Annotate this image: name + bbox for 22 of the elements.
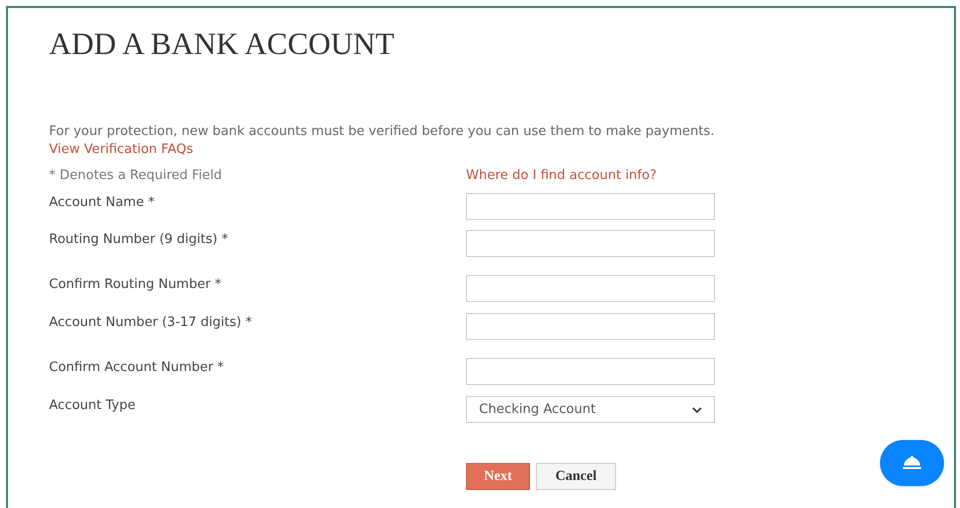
input-field[interactable] — [466, 230, 715, 257]
intro-text: For your protection, new bank accounts must be verified before you can use them to make payments. — [49, 123, 716, 141]
field-label: Confirm Routing Number * — [49, 276, 222, 294]
input-field[interactable] — [466, 358, 715, 385]
input-field[interactable] — [466, 313, 715, 340]
page-title: ADD A BANK ACCOUNT — [49, 28, 394, 59]
input-field[interactable] — [466, 193, 715, 220]
field-label: Account Name * — [49, 194, 156, 212]
chat-button[interactable] — [880, 440, 944, 486]
chevron-down-icon — [692, 406, 702, 412]
input-field[interactable] — [466, 275, 715, 302]
field-label: Account Number (3-17 digits) * — [49, 314, 253, 332]
next-button[interactable]: Next — [466, 463, 530, 490]
bell-icon — [902, 456, 922, 470]
field-label: Account Type — [49, 397, 136, 415]
faq-link[interactable]: View Verification FAQs — [49, 141, 194, 159]
field-label: Routing Number (9 digits) * — [49, 231, 230, 249]
account-type-dropdown[interactable]: Checking Account — [466, 396, 715, 423]
cancel-button[interactable]: Cancel — [536, 463, 616, 490]
field-label: Confirm Account Number * — [49, 359, 225, 377]
help-link[interactable]: Where do I find account info? — [466, 167, 657, 185]
required-note: * Denotes a Required Field — [49, 167, 223, 185]
